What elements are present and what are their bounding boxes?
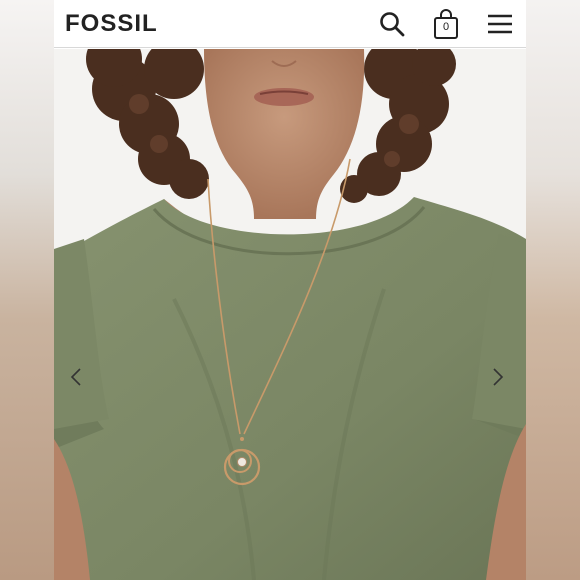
site-header: FOSSIL 0 — [54, 0, 526, 48]
chevron-left-icon — [70, 368, 81, 386]
product-image[interactable] — [54, 49, 526, 580]
search-icon — [380, 12, 405, 37]
blurred-background-left — [0, 0, 54, 580]
chevron-right-icon — [493, 368, 504, 386]
fossil-logo[interactable]: FOSSIL — [65, 10, 158, 38]
product-page-frame: FOSSIL 0 — [54, 0, 526, 580]
shopping-bag-button[interactable]: 0 — [428, 6, 464, 42]
bag-count-badge: 0 — [442, 21, 450, 33]
carousel-next-button[interactable] — [492, 367, 512, 393]
blurred-background-right — [526, 0, 580, 580]
hamburger-menu-icon — [488, 14, 512, 34]
search-button[interactable] — [374, 6, 410, 42]
model-wearing-necklace-illustration — [54, 49, 526, 580]
menu-button[interactable] — [482, 6, 518, 42]
carousel-prev-button[interactable] — [70, 367, 90, 393]
